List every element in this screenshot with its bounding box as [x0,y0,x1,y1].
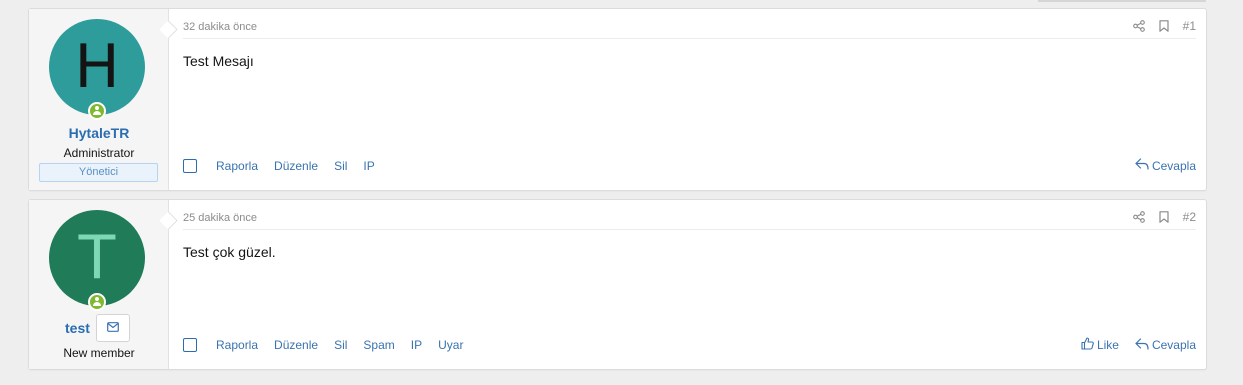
reply-button[interactable]: Cevapla [1135,158,1196,173]
message-main: 25 dakika önce #2 Test çok güzel. Raporl… [169,200,1206,369]
reply-button[interactable]: Cevapla [1135,337,1196,353]
reply-icon [1135,158,1149,173]
user-title: Administrator [63,146,135,160]
user-cell: H HytaleTR Administrator Yönetici [29,9,169,190]
post-date-link[interactable]: 25 dakika önce [183,212,257,224]
message-user-button[interactable] [96,314,130,342]
message-post-2: T test New member 25 dakika önce #2 Test… [28,199,1207,370]
bookmark-icon[interactable] [1159,211,1169,223]
post-header-icons: #1 [1132,19,1196,33]
user-cell: T test New member [29,200,169,369]
share-icon[interactable] [1132,211,1145,223]
online-status-icon [88,293,106,311]
message-post-1: H HytaleTR Administrator Yönetici 32 dak… [28,8,1207,191]
ip-link[interactable]: IP [363,159,374,173]
online-status-icon [88,102,106,120]
ip-link[interactable]: IP [411,338,422,352]
post-header: 32 dakika önce #1 [183,9,1196,39]
action-bar-right: Like Cevapla [1081,337,1196,353]
report-link[interactable]: Raporla [216,159,258,173]
like-label: Like [1096,338,1119,352]
bookmark-icon[interactable] [1159,20,1169,32]
message-main: 32 dakika önce #1 Test Mesajı Raporla Dü… [169,9,1206,190]
delete-link[interactable]: Sil [334,338,347,352]
envelope-icon [107,319,119,337]
username-link[interactable]: HytaleTR [29,125,169,141]
edit-link[interactable]: Düzenle [274,338,318,352]
message-body: Test çok güzel. [183,244,276,260]
share-icon[interactable] [1132,20,1145,32]
post-date-link[interactable]: 32 dakika önce [183,21,257,33]
spam-link[interactable]: Spam [363,338,394,352]
user-banner: Yönetici [39,163,158,182]
warn-link[interactable]: Uyar [438,338,463,352]
avatar[interactable]: T [49,210,145,306]
thumbs-up-icon [1081,337,1094,353]
username-link[interactable]: test [65,320,90,336]
message-body: Test Mesajı [183,53,254,69]
action-bar: Raporla Düzenle Sil Spam IP Uyar Like Ce… [183,337,1196,353]
user-title: New member [63,346,135,360]
reply-icon [1135,337,1149,353]
post-header-icons: #2 [1132,210,1196,224]
avatar[interactable]: H [49,19,145,115]
top-divider [1038,0,1206,2]
action-bar: Raporla Düzenle Sil IP Cevapla [183,158,1196,173]
post-number-link[interactable]: #1 [1183,19,1196,33]
delete-link[interactable]: Sil [334,159,347,173]
post-number-link[interactable]: #2 [1183,210,1196,224]
action-bar-right: Cevapla [1135,158,1196,173]
like-button[interactable]: Like [1081,337,1119,353]
select-checkbox[interactable] [183,158,197,173]
report-link[interactable]: Raporla [216,338,258,352]
select-checkbox[interactable] [183,338,197,352]
edit-link[interactable]: Düzenle [274,159,318,173]
reply-label: Cevapla [1151,338,1196,352]
post-header: 25 dakika önce #2 [183,200,1196,230]
reply-label: Cevapla [1151,158,1196,173]
